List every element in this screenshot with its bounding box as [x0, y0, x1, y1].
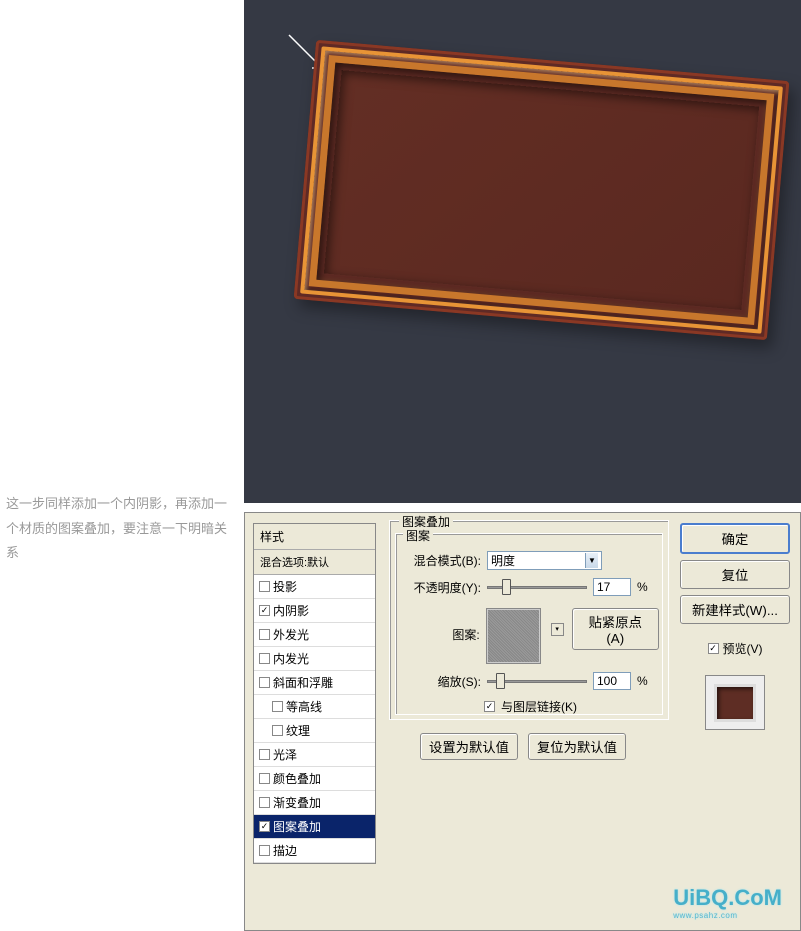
scale-label: 缩放(S): [401, 673, 481, 690]
percent-label: % [637, 580, 648, 594]
style-label: 内阴影 [273, 602, 370, 619]
style-checkbox[interactable] [259, 653, 270, 664]
dialog-buttons: 确定 复位 新建样式(W)... ✓ 预览(V) [680, 523, 790, 730]
style-row-0[interactable]: 投影 [254, 575, 375, 599]
style-label: 内发光 [273, 650, 370, 667]
slider-thumb[interactable] [496, 673, 505, 689]
style-row-6[interactable]: 纹理 [254, 719, 375, 743]
scale-input[interactable]: 100 [593, 672, 631, 690]
opacity-slider[interactable] [487, 586, 587, 589]
new-style-button[interactable]: 新建样式(W)... [680, 595, 790, 624]
percent-label: % [637, 674, 648, 688]
style-label: 等高线 [286, 698, 370, 715]
slider-thumb[interactable] [502, 579, 511, 595]
link-layer-label: 与图层链接(K) [501, 698, 577, 715]
ok-button[interactable]: 确定 [680, 523, 790, 554]
style-row-7[interactable]: 光泽 [254, 743, 375, 767]
link-layer-checkbox[interactable]: ✓ [484, 701, 495, 712]
style-row-3[interactable]: 内发光 [254, 647, 375, 671]
style-label: 描边 [273, 842, 370, 859]
blending-options-header[interactable]: 混合选项:默认 [254, 550, 375, 575]
style-checkbox[interactable] [259, 773, 270, 784]
pattern-label: 图案: [401, 626, 480, 643]
style-row-10[interactable]: ✓图案叠加 [254, 815, 375, 839]
blend-mode-value: 明度 [491, 552, 515, 569]
style-checkbox[interactable] [272, 725, 283, 736]
style-checkbox[interactable] [259, 677, 270, 688]
canvas-preview: 光源 [244, 0, 801, 503]
pattern-form: 混合模式(B): 明度 ▼ 不透明度(Y): 17 % 图案: ▾ 贴紧原点(A… [401, 543, 659, 723]
style-checkbox[interactable] [259, 749, 270, 760]
style-label: 颜色叠加 [273, 770, 370, 787]
style-label: 图案叠加 [273, 818, 370, 835]
opacity-input[interactable]: 17 [593, 578, 631, 596]
preview-thumbnail [705, 675, 765, 730]
style-label: 光泽 [273, 746, 370, 763]
styles-list: 样式 混合选项:默认 投影✓内阴影外发光内发光斜面和浮雕等高线纹理光泽颜色叠加渐… [253, 523, 376, 864]
blend-mode-label: 混合模式(B): [401, 552, 481, 569]
style-row-4[interactable]: 斜面和浮雕 [254, 671, 375, 695]
style-checkbox[interactable] [259, 797, 270, 808]
style-label: 外发光 [273, 626, 370, 643]
style-label: 纹理 [286, 722, 370, 739]
style-row-2[interactable]: 外发光 [254, 623, 375, 647]
style-label: 投影 [273, 578, 370, 595]
snap-origin-button[interactable]: 贴紧原点(A) [572, 608, 660, 650]
preview-label: 预览(V) [723, 640, 763, 657]
reset-default-button[interactable]: 复位为默认值 [528, 733, 626, 760]
layer-style-dialog: 样式 混合选项:默认 投影✓内阴影外发光内发光斜面和浮雕等高线纹理光泽颜色叠加渐… [244, 512, 801, 931]
style-row-11[interactable]: 描边 [254, 839, 375, 863]
pattern-swatch[interactable] [486, 608, 541, 664]
scale-slider[interactable] [487, 680, 587, 683]
style-checkbox[interactable] [259, 845, 270, 856]
blend-mode-dropdown[interactable]: 明度 ▼ [487, 551, 602, 570]
style-row-9[interactable]: 渐变叠加 [254, 791, 375, 815]
picture-frame [294, 40, 790, 340]
style-row-8[interactable]: 颜色叠加 [254, 767, 375, 791]
pattern-picker-arrow[interactable]: ▾ [551, 623, 564, 636]
style-checkbox[interactable] [259, 581, 270, 592]
style-label: 渐变叠加 [273, 794, 370, 811]
step-description: 这一步同样添加一个内阴影，再添加一个材质的图案叠加，要注意一下明暗关系 [6, 492, 231, 566]
style-checkbox[interactable] [259, 629, 270, 640]
set-default-button[interactable]: 设置为默认值 [420, 733, 518, 760]
opacity-label: 不透明度(Y): [401, 579, 481, 596]
preview-checkbox[interactable]: ✓ [708, 643, 719, 654]
style-row-1[interactable]: ✓内阴影 [254, 599, 375, 623]
pattern-section-label: 图案 [403, 527, 433, 544]
preview-frame-icon [714, 684, 756, 722]
reset-button[interactable]: 复位 [680, 560, 790, 589]
styles-header[interactable]: 样式 [254, 524, 375, 550]
style-row-5[interactable]: 等高线 [254, 695, 375, 719]
style-checkbox[interactable] [272, 701, 283, 712]
frame-panel [324, 70, 759, 310]
watermark: UiBQ.CoM www.psahz.com [673, 885, 782, 920]
style-checkbox[interactable]: ✓ [259, 821, 270, 832]
chevron-down-icon: ▼ [585, 553, 598, 568]
style-label: 斜面和浮雕 [273, 674, 370, 691]
style-checkbox[interactable]: ✓ [259, 605, 270, 616]
